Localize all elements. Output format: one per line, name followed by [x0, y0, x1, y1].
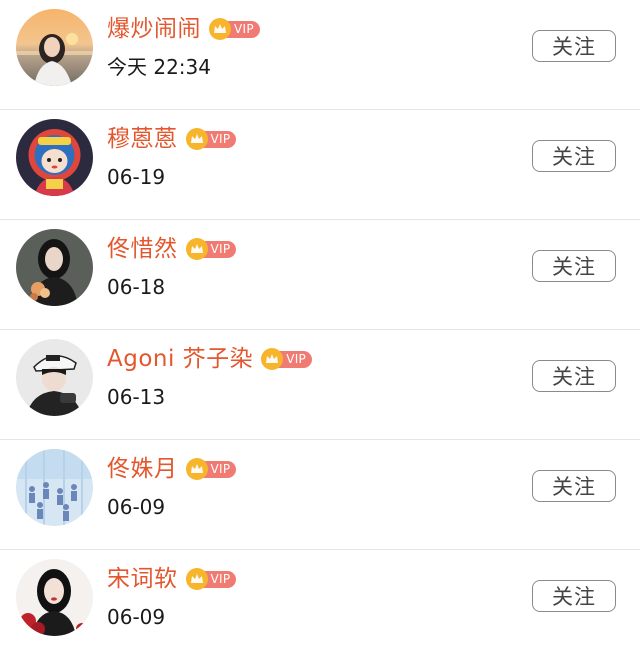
timestamp: 06-09 [107, 495, 166, 519]
list-item[interactable]: 爆炒闹闹 VIP 今天 22:34 关注 [0, 0, 640, 110]
timestamp: 06-13 [107, 385, 166, 409]
timestamp: 06-19 [107, 165, 166, 189]
vip-badge: VIP [261, 348, 313, 370]
list-item[interactable]: 佟惜然 VIP 06-18 关注 [0, 220, 640, 330]
list-item[interactable]: 穆蒽蒽 VIP 06-19 关注 [0, 110, 640, 220]
vip-badge: VIP [185, 128, 237, 150]
follow-button[interactable]: 关注 [532, 140, 616, 172]
crown-icon [209, 18, 231, 40]
list-item[interactable]: 宋词软 VIP 06-09 关注 [0, 550, 640, 660]
follow-button[interactable]: 关注 [532, 470, 616, 502]
vip-badge: VIP [185, 458, 237, 480]
avatar-girl-dark-hair-image [16, 229, 93, 306]
crown-icon [261, 348, 284, 370]
user-name[interactable]: 佟姝月 [107, 452, 178, 486]
avatar-girl-cap-image [16, 339, 93, 416]
avatar-blue-crowd-image [16, 449, 93, 526]
user-name[interactable]: 穆蒽蒽 [107, 122, 178, 156]
avatar-girl-roses-image [16, 559, 93, 636]
user-name[interactable]: 佟惜然 [107, 232, 178, 266]
crown-icon [185, 128, 208, 150]
avatar[interactable] [16, 339, 93, 416]
timestamp: 06-09 [107, 605, 166, 629]
follow-button[interactable]: 关注 [532, 360, 616, 392]
timestamp: 06-18 [107, 275, 166, 299]
list-item[interactable]: 佟姝月 VIP 06-09 关注 [0, 440, 640, 550]
vip-badge: VIP [209, 18, 260, 40]
vip-badge: VIP [185, 238, 237, 260]
vip-badge: VIP [185, 568, 237, 590]
follow-button[interactable]: 关注 [532, 250, 616, 282]
avatar[interactable] [16, 9, 93, 86]
avatar[interactable] [16, 119, 93, 196]
avatar[interactable] [16, 559, 93, 636]
crown-icon [185, 238, 208, 260]
list-item[interactable]: Agoni 芥子染 VIP 06-13 关注 [0, 330, 640, 440]
follow-button[interactable]: 关注 [532, 580, 616, 612]
crown-icon [185, 568, 208, 590]
timestamp: 今天 22:34 [107, 55, 211, 79]
follow-button[interactable]: 关注 [532, 30, 616, 62]
avatar-lion-cartoon-image [16, 119, 93, 196]
avatar-sunset-girl-image [16, 9, 93, 86]
user-name[interactable]: 宋词软 [107, 562, 178, 596]
avatar[interactable] [16, 449, 93, 526]
user-name[interactable]: Agoni 芥子染 [107, 342, 253, 376]
crown-icon [185, 458, 208, 480]
user-name[interactable]: 爆炒闹闹 [107, 12, 201, 46]
avatar[interactable] [16, 229, 93, 306]
follow-list: 爆炒闹闹 VIP 今天 22:34 关注 穆蒽蒽 VIP 06-19 关注 佟惜… [0, 0, 640, 648]
